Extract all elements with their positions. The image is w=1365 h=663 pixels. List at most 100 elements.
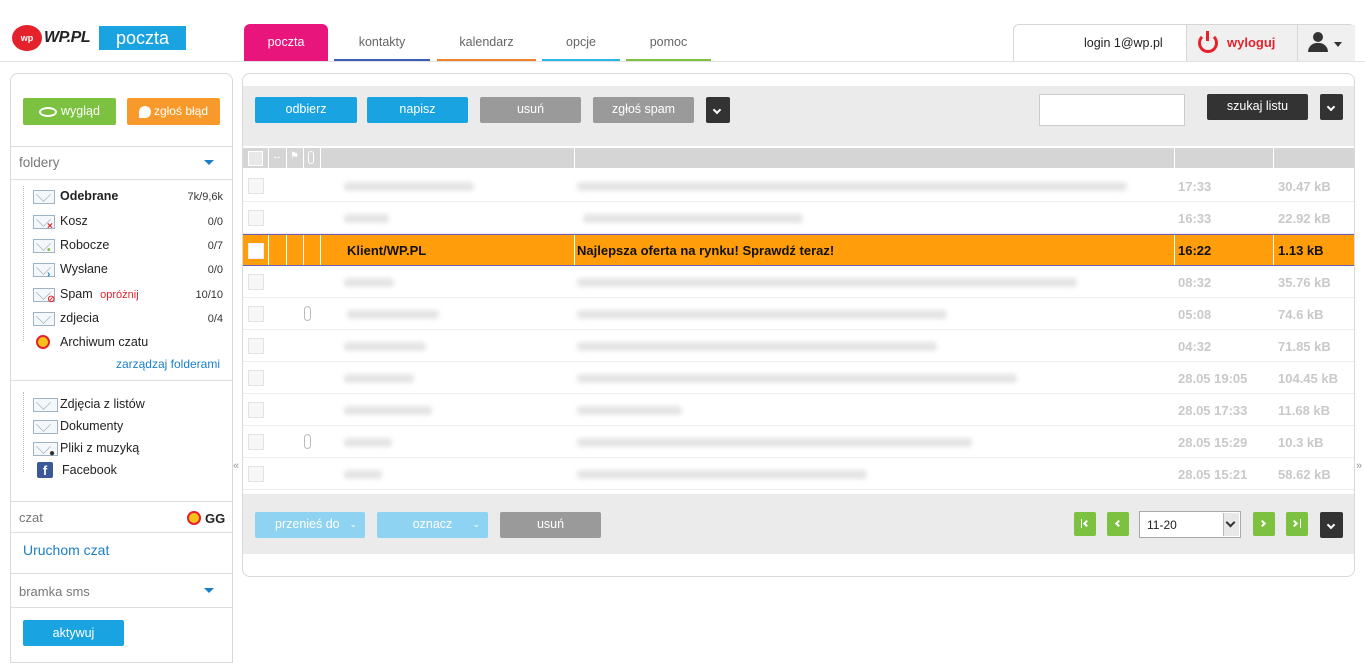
select-all-checkbox[interactable] <box>248 151 263 166</box>
tab-poczta[interactable]: poczta <box>244 24 328 61</box>
search-mail-button[interactable]: szukaj listu <box>1207 94 1308 120</box>
last-page-button[interactable] <box>1286 512 1308 536</box>
mail-row[interactable]: 08:32 35.76 kB <box>243 266 1354 298</box>
more-actions-button[interactable] <box>706 97 730 123</box>
folder-name: Wysłane <box>60 262 108 276</box>
column-divider <box>574 148 575 168</box>
empty-spam-link[interactable]: opróżnij <box>100 289 139 301</box>
page-range-select[interactable]: 11-20 <box>1139 511 1241 538</box>
folder-wyslane[interactable]: › Wysłane 0/0 <box>33 261 223 280</box>
prev-page-button[interactable] <box>1107 512 1129 536</box>
next-page-button[interactable] <box>1253 512 1275 536</box>
folder-facebook[interactable]: f Facebook <box>33 462 223 480</box>
folder-robocze[interactable]: • Robocze 0/7 <box>33 237 223 256</box>
search-input[interactable] <box>1039 94 1185 126</box>
wp-logo-text[interactable]: WP.PL <box>44 29 91 47</box>
column-size[interactable]: rozmiar: <box>1276 3 1327 18</box>
first-page-icon <box>1082 519 1091 528</box>
row-checkbox[interactable] <box>248 274 264 290</box>
collapse-sidebar-icon[interactable]: « <box>233 460 239 472</box>
folder-pliki-z-muzyka[interactable]: ● Pliki z muzyką <box>33 440 223 459</box>
app-title[interactable]: poczta <box>99 26 186 50</box>
delete-button[interactable]: usuń <box>480 97 581 123</box>
folder-name: Archiwum czatu <box>60 335 149 349</box>
mail-row[interactable]: 16:33 22.92 kB <box>243 202 1354 234</box>
row-checkbox[interactable] <box>248 243 264 259</box>
mail-row-selected[interactable]: Klient/WP.PL Najlepsza oferta na rynku! … <box>243 234 1354 266</box>
gg-sun-icon[interactable] <box>187 511 201 525</box>
row-checkbox[interactable] <box>248 402 264 418</box>
folder-odebrane[interactable]: Odebrane 7k/9,6k <box>33 188 223 206</box>
tab-opcje[interactable]: opcje <box>542 24 620 61</box>
chevron-down-icon[interactable] <box>1334 42 1342 47</box>
folder-kosz[interactable]: × Kosz 0/0 <box>33 213 223 232</box>
mark-button[interactable]: oznacz ⌄ <box>377 512 488 538</box>
attachment-icon[interactable] <box>308 151 314 164</box>
column-subject[interactable]: temat: <box>577 3 616 18</box>
mail-row[interactable]: 28.05 17:33 11.68 kB <box>243 394 1354 426</box>
move-to-button[interactable]: przenieś do ⌄ <box>255 512 365 538</box>
start-chat-link[interactable]: Uruchom czat <box>23 542 109 558</box>
envelope-sent-icon <box>33 263 55 277</box>
report-bug-label: zgłoś błąd <box>153 104 209 118</box>
gg-label[interactable]: GG <box>205 511 225 526</box>
tab-kalendarz[interactable]: kalendarz <box>437 24 536 61</box>
wyglad-button[interactable]: wygląd <box>23 98 116 125</box>
column-from[interactable]: od: <box>347 3 367 18</box>
mail-row[interactable]: 04:32 71.85 kB <box>243 330 1354 362</box>
user-icon[interactable] <box>1313 32 1323 42</box>
column-divider <box>574 235 575 265</box>
mail-size: 58.62 kB <box>1278 467 1331 482</box>
row-checkbox[interactable] <box>248 306 264 322</box>
mail-row[interactable]: 28.05 19:05 104.45 kB <box>243 362 1354 394</box>
folder-dokumenty[interactable]: Dokumenty <box>33 418 223 436</box>
mail-row[interactable]: 17:33 30.47 kB <box>243 170 1354 202</box>
mail-size: 74.6 kB <box>1278 307 1324 322</box>
expand-panel-icon[interactable]: » <box>1356 460 1362 472</box>
delete-bottom-button[interactable]: usuń <box>500 512 601 538</box>
search-options-button[interactable] <box>1320 94 1343 120</box>
table-header <box>243 148 1354 168</box>
tab-pomoc[interactable]: pomoc <box>626 24 711 61</box>
first-page-button[interactable] <box>1074 512 1096 536</box>
report-spam-button[interactable]: zgłoś spam <box>593 97 694 123</box>
row-checkbox[interactable] <box>248 370 264 386</box>
mail-row[interactable]: 28.05 15:29 10.3 kB <box>243 426 1354 458</box>
folder-spam[interactable]: ⊘ Spam opróżnij 10/10 <box>33 286 223 305</box>
chevron-down-icon[interactable] <box>1223 513 1239 536</box>
manage-folders-link[interactable]: zarządzaj folderami <box>116 357 220 371</box>
activate-button[interactable]: aktywuj <box>23 620 124 646</box>
folders-header[interactable]: foldery <box>19 155 60 170</box>
photo-icon <box>33 398 58 412</box>
reply-status-icon[interactable]: ↔ <box>272 151 282 162</box>
user-menu-button[interactable] <box>1297 25 1355 62</box>
sms-gate-header[interactable]: bramka sms <box>19 584 90 599</box>
flag-icon[interactable]: ⚑ <box>290 151 299 162</box>
row-checkbox[interactable] <box>248 210 264 226</box>
mail-row[interactable]: 05:08 74.6 kB <box>243 298 1354 330</box>
power-icon[interactable] <box>1198 31 1218 53</box>
blurred-subject <box>577 278 1077 287</box>
row-checkbox[interactable] <box>248 178 264 194</box>
tab-kontakty[interactable]: kontakty <box>334 24 430 61</box>
divider <box>11 573 232 574</box>
mail-row[interactable]: 28.05 15:21 58.62 kB <box>243 458 1354 490</box>
column-received[interactable]: odebrano: <box>1178 3 1242 18</box>
logout-label[interactable]: wyloguj <box>1227 35 1275 50</box>
sent-badge-icon: › <box>47 269 51 280</box>
wp-logo-icon[interactable]: wp <box>12 25 42 51</box>
row-checkbox[interactable] <box>248 466 264 482</box>
received-time: 16:22 <box>1178 243 1212 258</box>
row-checkbox[interactable] <box>248 338 264 354</box>
folder-zdjecia-z-listow[interactable]: Zdjęcia z listów <box>33 396 223 414</box>
chevron-down-icon[interactable] <box>204 588 214 593</box>
folder-archiwum-czatu[interactable]: Archiwum czatu <box>33 334 223 352</box>
chevron-down-icon[interactable] <box>204 160 214 165</box>
receive-button[interactable]: odbierz <box>255 97 357 123</box>
row-checkbox[interactable] <box>248 434 264 450</box>
pagination-options-button[interactable] <box>1320 512 1343 538</box>
folder-zdjecia[interactable]: zdjecia 0/4 <box>33 310 223 328</box>
chevron-down-icon: ⌄ <box>349 519 357 529</box>
write-button[interactable]: napisz <box>367 97 468 123</box>
report-bug-button[interactable]: zgłoś błąd <box>127 98 220 125</box>
